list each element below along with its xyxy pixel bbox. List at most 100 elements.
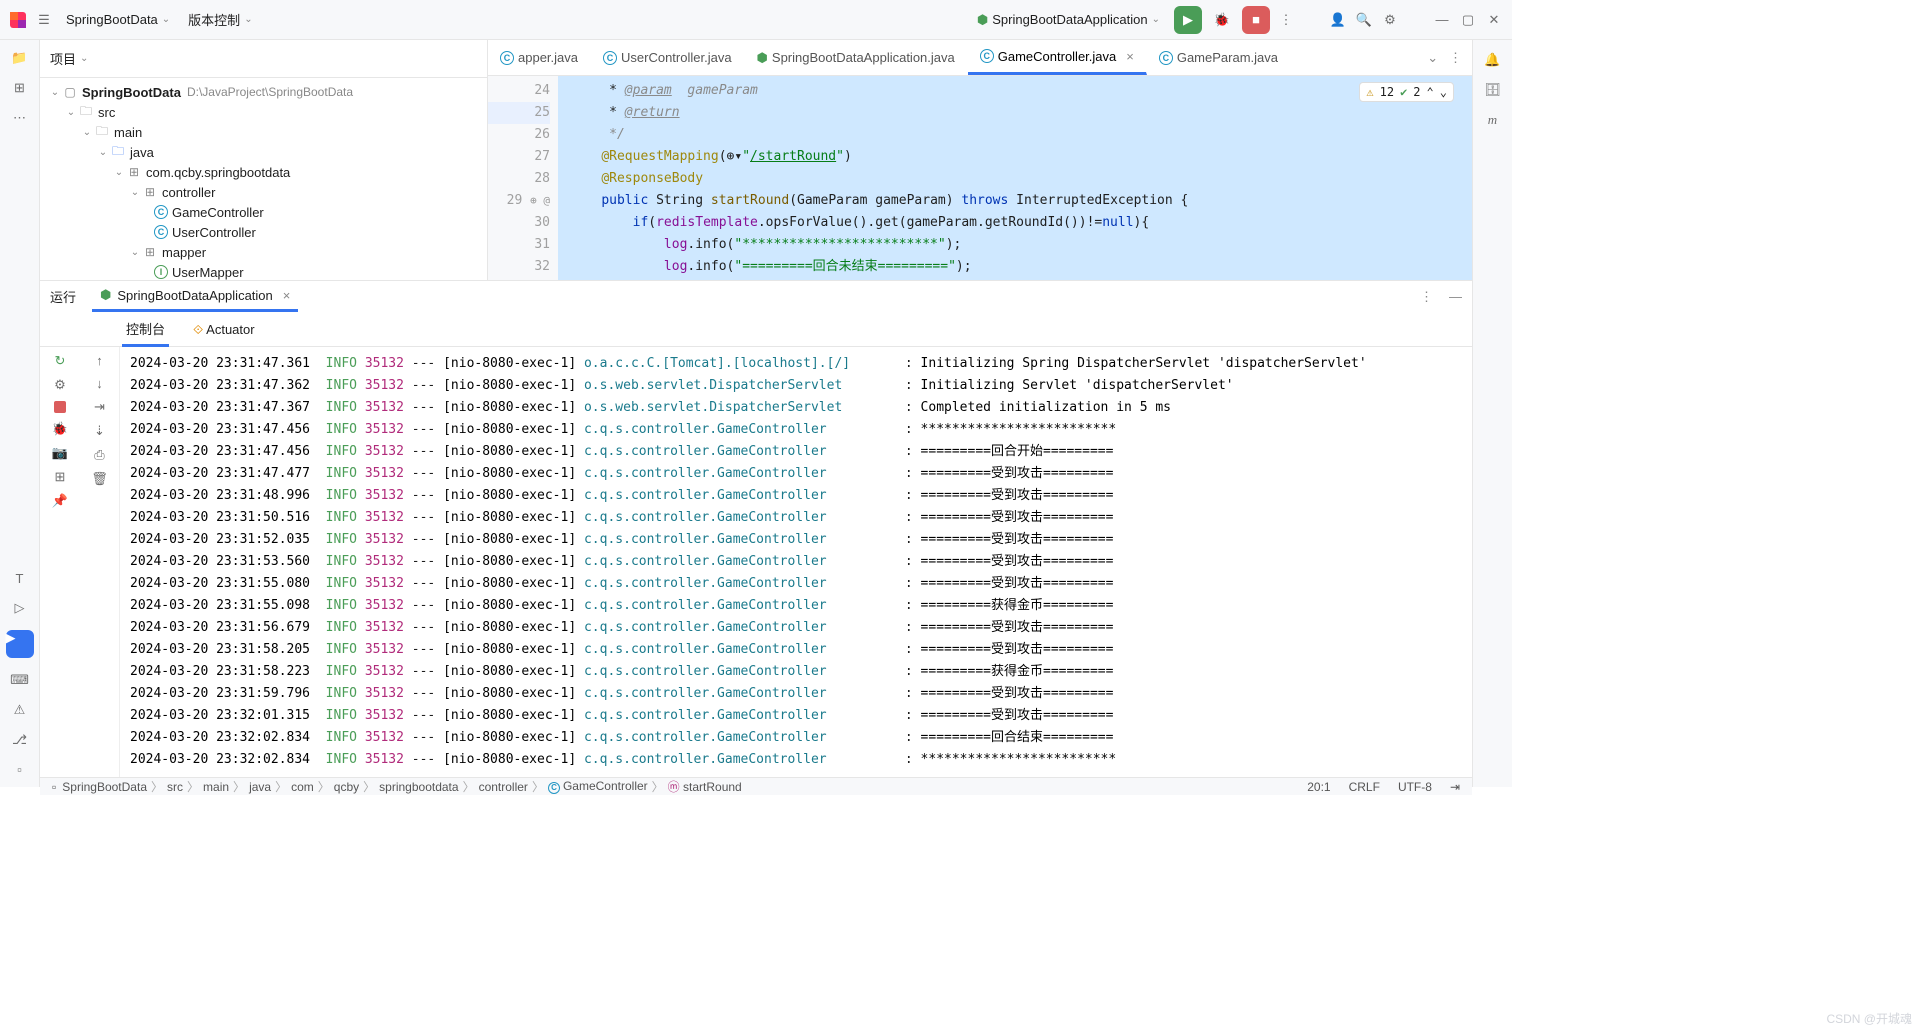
tree-item-gamecontroller[interactable]: CGameController (40, 202, 487, 222)
run-tool-icon[interactable]: ▶ (6, 630, 34, 658)
caret-position[interactable]: 20:1 (1307, 780, 1330, 794)
code-body[interactable]: * @param gameParam * @return */ @Request… (558, 76, 1472, 280)
print-icon[interactable]: ⎙ (94, 447, 104, 463)
editor-tab[interactable]: Capper.java (488, 40, 591, 75)
tree-item-usermapper[interactable]: IUserMapper (40, 262, 487, 280)
project-panel: 项目 ⌄ ⌄▢SpringBootDataD:\JavaProject\Spri… (40, 40, 488, 280)
run-app-tab[interactable]: ⬢ SpringBootDataApplication × (92, 281, 298, 312)
editor-tabs-more[interactable]: ⌄ ⋮ (1417, 50, 1472, 66)
debug-icon[interactable]: 🐞 (52, 421, 68, 437)
breadcrumb-item[interactable]: com (291, 780, 314, 794)
actuator-tab[interactable]: ⟐ Actuator (189, 316, 259, 344)
editor-tab[interactable]: CGameParam.java (1147, 40, 1291, 75)
settings-icon[interactable]: ⚙ (54, 377, 66, 393)
chevron-down-icon[interactable]: ⌄ (80, 53, 88, 64)
breadcrumb-item[interactable]: qcby (334, 780, 359, 794)
camera-icon[interactable]: 📷 (52, 445, 68, 461)
maven-icon[interactable]: m (1488, 112, 1497, 128)
nav-icon[interactable]: ▫ (52, 780, 56, 794)
project-selector[interactable]: SpringBootData ⌄ (60, 12, 176, 27)
terminal-tool-icon[interactable]: ⌨ (10, 672, 29, 688)
user-icon[interactable]: 👤 (1328, 10, 1348, 30)
indent-icon[interactable]: ⇥ (1450, 780, 1460, 794)
console-actions-rail: ↑ ↓ ⇥ ⇣ ⎙ 🗑 (80, 347, 120, 777)
inspection-widget[interactable]: ⚠12 ✔2 ⌃ ⌄ (1359, 82, 1454, 102)
left-tool-rail: 📁 ⊞ ⋯ T ▷ ▶ ⌨ ⚠ ⎇ ▫ (0, 40, 40, 787)
chevron-up-icon[interactable]: ⌃ (1427, 85, 1434, 99)
breadcrumb-item[interactable]: springbootdata (379, 780, 458, 794)
stop-icon[interactable] (54, 401, 66, 413)
editor-tab[interactable]: ⬢SpringBootDataApplication.java (745, 40, 968, 75)
breadcrumb-item[interactable]: controller (479, 780, 528, 794)
debug-button[interactable]: 🐞 (1208, 6, 1236, 34)
notifications-icon[interactable]: 🔔 (1484, 52, 1500, 68)
close-icon[interactable]: ✕ (1484, 10, 1504, 30)
breadcrumb: SpringBootData〉src〉main〉java〉com〉qcby〉sp… (62, 778, 741, 795)
breadcrumb-item[interactable]: SpringBootData (62, 780, 147, 794)
problems-tool-icon[interactable]: ⚠ (14, 702, 26, 718)
search-icon[interactable]: 🔍 (1354, 10, 1374, 30)
file-encoding[interactable]: UTF-8 (1398, 780, 1432, 794)
breadcrumb-item[interactable]: CGameController (548, 779, 648, 794)
tree-root[interactable]: ⌄▢SpringBootDataD:\JavaProject\SpringBoo… (40, 82, 487, 102)
tree-item-src[interactable]: ⌄🗀src (40, 102, 487, 122)
more-icon[interactable]: ⋮ (1276, 10, 1296, 30)
editor-area: Capper.javaCUserController.java⬢SpringBo… (488, 40, 1472, 280)
line-separator[interactable]: CRLF (1349, 780, 1380, 794)
status-bar: ▫ SpringBootData〉src〉main〉java〉com〉qcby〉… (40, 777, 1472, 795)
tree-item-package[interactable]: ⌄⊞com.qcby.springbootdata (40, 162, 487, 182)
down-icon[interactable]: ↓ (96, 376, 103, 391)
tool-square-icon[interactable]: ▫ (17, 762, 22, 777)
chevron-down-icon: ⌄ (162, 14, 170, 25)
close-icon[interactable]: × (283, 288, 291, 303)
tree-item-controller[interactable]: ⌄⊞controller (40, 182, 487, 202)
wrap-icon[interactable]: ⇥ (94, 399, 105, 415)
breadcrumb-item[interactable]: java (249, 780, 271, 794)
more-tool-icon[interactable]: ⋯ (13, 110, 26, 126)
editor-tab[interactable]: CGameController.java× (968, 40, 1147, 75)
run-config-selector[interactable]: ⬢ SpringBootDataApplication ⌄ (969, 10, 1168, 30)
breadcrumb-item[interactable]: src (167, 780, 183, 794)
services-tool-icon[interactable]: ▷ (15, 600, 25, 616)
minimize-icon[interactable]: — (1432, 10, 1452, 30)
run-subtabs: 控制台 ⟐ Actuator (40, 313, 1472, 347)
console-output[interactable]: 2024-03-20 23:31:47.361 INFO 35132 --- [… (120, 347, 1472, 777)
trash-icon[interactable]: 🗑 (91, 471, 108, 487)
gear-icon[interactable]: ⚙ (1380, 10, 1400, 30)
spring-icon: ⬢ (100, 287, 111, 303)
top-toolbar: ☰ SpringBootData ⌄ 版本控制 ⌄ ⬢ SpringBootDa… (0, 0, 1512, 40)
main-menu-icon[interactable]: ☰ (34, 10, 54, 30)
structure-tool-icon[interactable]: ⊞ (14, 80, 25, 96)
tree-item-main[interactable]: ⌄🗀main (40, 122, 487, 142)
run-actions-rail: ↻ ⚙ 🐞 📷 ⊞ 📌 (40, 347, 80, 777)
project-tool-icon[interactable]: 📁 (11, 50, 27, 66)
more-icon[interactable]: ⋮ (1420, 289, 1433, 305)
tree-item-java[interactable]: ⌄🗀java (40, 142, 487, 162)
layout-icon[interactable]: ⊞ (55, 469, 66, 485)
maximize-icon[interactable]: ▢ (1458, 10, 1478, 30)
database-icon[interactable]: 🗄 (1484, 82, 1501, 98)
tree-item-usercontroller[interactable]: CUserController (40, 222, 487, 242)
breadcrumb-item[interactable]: main (203, 780, 229, 794)
scroll-icon[interactable]: ⇣ (94, 423, 105, 439)
stop-button[interactable]: ■ (1242, 6, 1270, 34)
up-icon[interactable]: ↑ (96, 353, 103, 368)
vcs-label: 版本控制 (188, 10, 240, 29)
editor-content[interactable]: ⚠12 ✔2 ⌃ ⌄ 242526272829 ⊕ @303132 * @par… (488, 76, 1472, 280)
editor-tab[interactable]: CUserController.java (591, 40, 745, 75)
console-tab[interactable]: 控制台 (122, 313, 169, 347)
minimize-icon[interactable]: — (1449, 289, 1462, 304)
git-tool-icon[interactable]: ⎇ (12, 732, 27, 748)
pin-icon[interactable]: 📌 (52, 493, 68, 509)
check-icon: ✔ (1400, 85, 1407, 99)
tree-item-mapper[interactable]: ⌄⊞mapper (40, 242, 487, 262)
panel-title: 项目 (50, 49, 76, 68)
breadcrumb-item[interactable]: ⓜ startRound (668, 778, 742, 795)
vcs-selector[interactable]: 版本控制 ⌄ (182, 10, 258, 29)
rerun-icon[interactable]: ↻ (55, 353, 66, 369)
right-tool-rail: 🔔 🗄 m (1472, 40, 1512, 787)
run-button[interactable]: ▶ (1174, 6, 1202, 34)
chevron-down-icon[interactable]: ⌄ (1440, 85, 1447, 99)
app-logo-icon (8, 10, 28, 30)
text-tool-icon[interactable]: T (16, 571, 24, 586)
